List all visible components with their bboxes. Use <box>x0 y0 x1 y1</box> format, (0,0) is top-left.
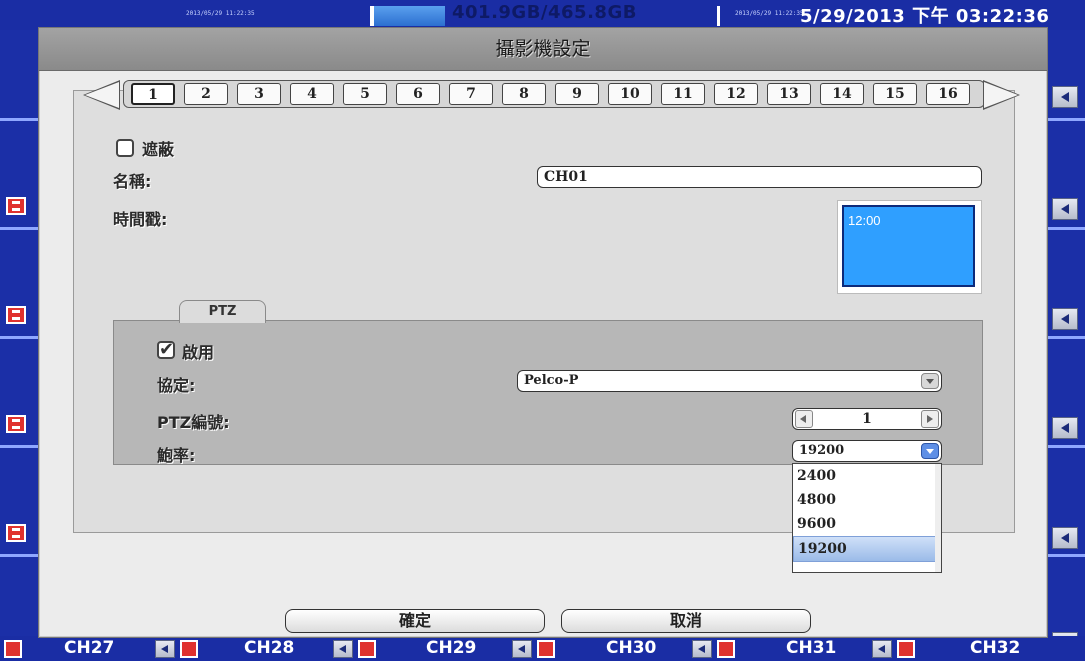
channel-label-ch27[interactable]: CH27 <box>64 638 114 658</box>
mask-label: 遮蔽 <box>142 140 175 159</box>
audio-button[interactable] <box>1052 198 1078 220</box>
tab-channel-5[interactable]: 5 <box>343 83 387 105</box>
record-icon <box>180 640 198 658</box>
tab-ptz[interactable]: PTZ <box>179 300 266 323</box>
mask-checkbox[interactable] <box>116 139 134 157</box>
protocol-select[interactable]: Pelco-P <box>517 370 942 392</box>
tab-channel-11[interactable]: 11 <box>661 83 705 105</box>
record-icon <box>358 640 376 658</box>
baud-rate-dropdown-list: 2400 4800 9600 19200 <box>792 463 942 573</box>
dropdown-scrollbar[interactable] <box>935 464 941 572</box>
tab-channel-14[interactable]: 14 <box>820 83 864 105</box>
timestamp-label: 時間戳: <box>113 210 168 229</box>
channel-label-ch30[interactable]: CH30 <box>606 638 656 658</box>
channel-label-ch29[interactable]: CH29 <box>426 638 476 658</box>
tab-channel-10[interactable]: 10 <box>608 83 652 105</box>
audio-button[interactable] <box>1052 86 1078 108</box>
next-channel-arrow-icon[interactable] <box>984 82 1018 108</box>
record-icon <box>6 197 26 215</box>
camera-name-input[interactable]: CH01 <box>537 166 982 188</box>
chevron-down-icon[interactable] <box>921 373 939 389</box>
audio-button[interactable] <box>1052 308 1078 330</box>
baud-rate-label: 鮑率: <box>157 446 196 465</box>
prev-channel-arrow-icon[interactable] <box>85 82 119 108</box>
record-icon <box>537 640 555 658</box>
record-icon <box>6 415 26 433</box>
tab-channel-3[interactable]: 3 <box>237 83 281 105</box>
camera-settings-dialog: 攝影機設定 1 2 3 4 5 6 7 8 9 10 11 12 13 14 1… <box>38 27 1048 638</box>
right-small-timestamp: 2013/05/29 11:22:35 <box>735 10 804 17</box>
baud-option-4800[interactable]: 4800 <box>793 488 941 512</box>
baud-option-9600[interactable]: 9600 <box>793 512 941 536</box>
left-timestamp: 2013/05/29 11:22:35 <box>186 10 255 17</box>
preview-area: 12:00 <box>842 205 975 287</box>
tab-channel-15[interactable]: 15 <box>873 83 917 105</box>
tab-channel-7[interactable]: 7 <box>449 83 493 105</box>
baud-option-2400[interactable]: 2400 <box>793 464 941 488</box>
audio-button[interactable] <box>1052 527 1078 549</box>
tab-channel-8[interactable]: 8 <box>502 83 546 105</box>
audio-button[interactable] <box>692 640 712 658</box>
baud-option-19200[interactable]: 19200 <box>793 536 941 562</box>
record-icon <box>6 306 26 324</box>
tab-channel-1[interactable]: 1 <box>131 83 175 105</box>
separator <box>717 6 720 26</box>
record-icon <box>897 640 915 658</box>
audio-button[interactable] <box>512 640 532 658</box>
baud-rate-select[interactable]: 19200 <box>792 440 942 462</box>
tab-channel-4[interactable]: 4 <box>290 83 334 105</box>
tab-channel-12[interactable]: 12 <box>714 83 758 105</box>
channel-label-ch31[interactable]: CH31 <box>786 638 836 658</box>
tab-channel-6[interactable]: 6 <box>396 83 440 105</box>
name-label: 名稱: <box>113 172 152 191</box>
protocol-value: Pelco-P <box>524 373 579 388</box>
record-icon <box>6 524 26 542</box>
storage-usage: 401.9GB/465.8GB <box>452 2 637 23</box>
timestamp-preview-text: 12:00 <box>848 213 881 228</box>
hdd-usage-bar <box>371 6 445 26</box>
channel-label-ch32[interactable]: CH32 <box>970 638 1020 658</box>
current-datetime: 5/29/2013 下午 03:22:36 <box>800 6 1050 27</box>
tab-channel-9[interactable]: 9 <box>555 83 599 105</box>
audio-button[interactable] <box>155 640 175 658</box>
chevron-down-icon[interactable] <box>921 443 939 459</box>
ptz-enable-checkbox[interactable] <box>157 339 175 360</box>
baud-rate-value: 19200 <box>799 443 845 458</box>
dialog-title: 攝影機設定 <box>39 28 1047 71</box>
tab-channel-16[interactable]: 16 <box>926 83 970 105</box>
tab-channel-2[interactable]: 2 <box>184 83 228 105</box>
channel-label-ch28[interactable]: CH28 <box>244 638 294 658</box>
protocol-label: 協定: <box>157 376 196 395</box>
audio-button[interactable] <box>333 640 353 658</box>
timestamp-position-preview[interactable]: 12:00 <box>837 200 982 294</box>
cancel-button[interactable]: 取消 <box>561 609 811 633</box>
increment-arrow-icon[interactable] <box>921 410 939 428</box>
audio-button[interactable] <box>1052 417 1078 439</box>
tab-channel-13[interactable]: 13 <box>767 83 811 105</box>
record-icon <box>4 640 22 658</box>
ptz-id-value: 1 <box>862 411 872 427</box>
ptz-id-stepper[interactable]: 1 <box>792 408 942 430</box>
audio-button[interactable] <box>872 640 892 658</box>
record-icon <box>717 640 735 658</box>
ptz-enable-label: 啟用 <box>182 343 215 362</box>
status-bar: 2013/05/29 11:22:35 401.9GB/465.8GB 2013… <box>0 0 1085 30</box>
ptz-id-label: PTZ編號: <box>157 413 230 432</box>
ok-button[interactable]: 確定 <box>285 609 545 633</box>
